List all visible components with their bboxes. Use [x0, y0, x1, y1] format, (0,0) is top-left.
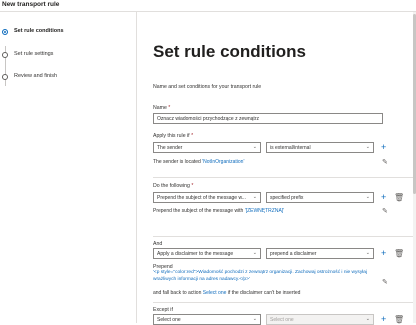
add-and-action-icon[interactable]: + — [381, 249, 386, 258]
window-title: New transport rule — [2, 1, 60, 8]
condition-operator-dropdown[interactable]: is external/internal ⌄ — [266, 142, 374, 153]
and-action-option-dropdown[interactable]: prepend a disclaimer ⌄ — [266, 248, 374, 259]
edit-disclaimer-icon[interactable]: ✎ — [382, 278, 388, 287]
action-option-dropdown[interactable]: specified prefix ⌄ — [266, 192, 374, 203]
page-subtitle: Name and set conditions for your transpo… — [153, 84, 262, 90]
action-value-link[interactable]: '[ZEWNĘTRZNA]' — [245, 208, 284, 214]
wizard-stepper: Set rule conditions Set rule settings Re… — [0, 12, 136, 323]
main-content: Set rule conditions Name and set conditi… — [137, 12, 416, 325]
chevron-down-icon: ⌄ — [252, 316, 257, 322]
chevron-down-icon: ⌄ — [252, 250, 257, 256]
edit-condition-icon[interactable]: ✎ — [382, 158, 388, 167]
name-label: Name * — [153, 105, 171, 111]
add-action-icon[interactable]: + — [381, 193, 386, 202]
chevron-down-icon: ⌄ — [252, 144, 257, 150]
and-action-dropdown[interactable]: Apply a disclaimer to the message ⌄ — [153, 248, 261, 259]
chevron-down-icon: ⌄ — [365, 250, 370, 256]
condition-value-link[interactable]: 'NotInOrganization' — [202, 159, 244, 165]
section-divider — [153, 236, 416, 237]
delete-action-icon[interactable]: 🗑 — [394, 193, 404, 202]
condition-label: Apply this rule if * — [153, 133, 194, 139]
condition-property-dropdown[interactable]: The sender ⌄ — [153, 142, 261, 153]
window-titlebar: New transport rule — [0, 0, 416, 12]
condition-summary: The sender is located 'NotInOrganization… — [153, 159, 245, 165]
action-dropdown[interactable]: Prepend the subject of the message w... ⌄ — [153, 192, 261, 203]
exception-label: Except if — [153, 307, 173, 313]
step-indicator — [2, 74, 8, 80]
fallback-summary: and fall back to action Select one if th… — [153, 290, 301, 296]
chevron-down-icon: ⌄ — [365, 194, 370, 200]
action-summary: Prepend the subject of the message with … — [153, 208, 285, 214]
action-label: Do the following * — [153, 183, 194, 189]
delete-and-action-icon[interactable]: 🗑 — [394, 249, 404, 258]
and-action-label: And — [153, 241, 163, 247]
exception-property-dropdown[interactable]: Select one ⌄ — [153, 314, 261, 325]
page-title: Set rule conditions — [153, 42, 307, 61]
step-active-indicator — [2, 29, 8, 35]
edit-action-icon[interactable]: ✎ — [382, 207, 388, 216]
step-label: Review and finish — [14, 73, 58, 79]
name-input[interactable]: Oznacz wiadomości przychodzące z zewnątr… — [153, 113, 383, 124]
step-indicator — [2, 52, 8, 58]
section-divider — [153, 302, 416, 303]
exception-operator-dropdown: Select one ⌄ — [266, 314, 374, 325]
section-divider — [153, 177, 416, 178]
disclaimer-link[interactable]: '<p style="color:red">Wiadomość pochodzi… — [153, 270, 367, 282]
disclaimer-text: '<p style="color:red">Wiadomość pochodzi… — [153, 270, 375, 283]
chevron-down-icon: ⌄ — [365, 144, 370, 150]
chevron-down-icon: ⌄ — [365, 316, 370, 322]
fallback-action-link[interactable]: Select one — [203, 290, 227, 296]
chevron-down-icon: ⌄ — [252, 194, 257, 200]
step-label: Set rule settings — [14, 51, 54, 57]
step-label: Set rule conditions — [14, 28, 64, 34]
add-condition-icon[interactable]: + — [381, 143, 386, 152]
